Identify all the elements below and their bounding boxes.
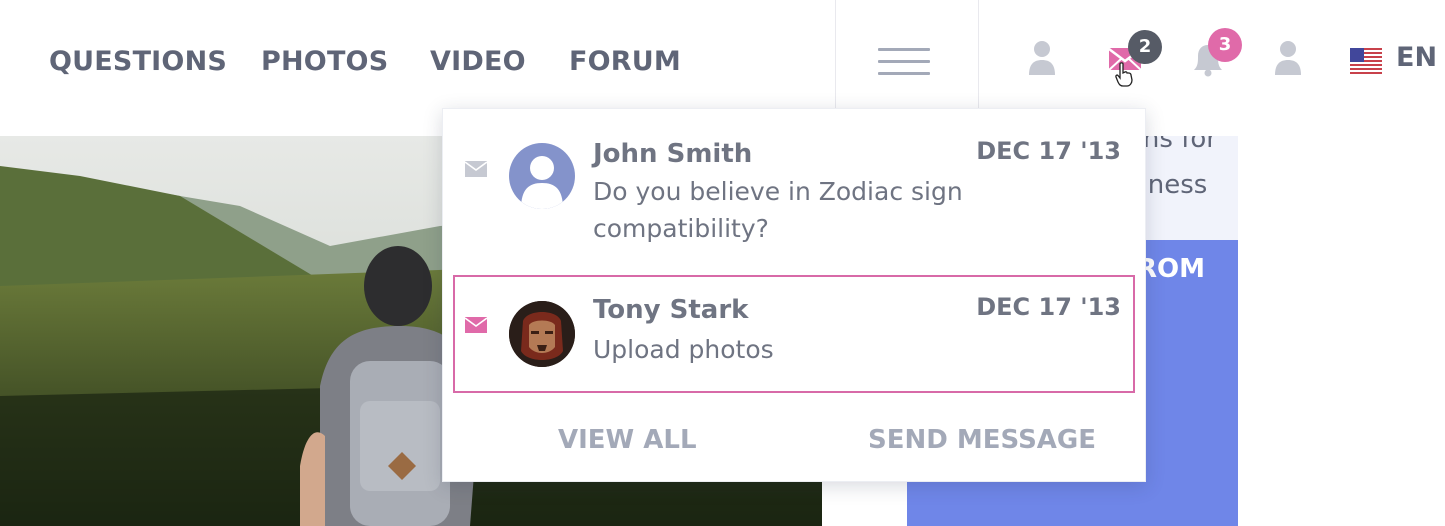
divider [978, 0, 979, 108]
envelope-icon [465, 317, 487, 333]
language-code: EN [1396, 42, 1438, 73]
view-all-link[interactable]: VIEW ALL [558, 425, 697, 455]
message-sender: Tony Stark [593, 295, 749, 325]
nav-link-forum[interactable]: FORUM [569, 46, 681, 78]
message-preview: Upload photos [593, 335, 774, 364]
notifications-count-badge: 3 [1208, 28, 1242, 62]
nav-link-questions[interactable]: QUESTIONS [49, 46, 227, 78]
account-user-icon[interactable] [1264, 34, 1312, 82]
promo-cta-label: ROM [1137, 254, 1205, 284]
us-flag-icon [1350, 48, 1382, 74]
hamburger-menu-icon[interactable] [878, 46, 930, 78]
avatar [509, 143, 575, 209]
message-date: DEC 17 '13 [976, 137, 1121, 165]
message-item-active[interactable]: Tony Stark Upload photos DEC 17 '13 [453, 275, 1135, 393]
messages-count-badge: 2 [1128, 30, 1162, 64]
send-message-link[interactable]: SEND MESSAGE [868, 425, 1096, 455]
message-item[interactable]: John Smith Do you believe in Zodiac sign… [453, 123, 1135, 273]
message-sender: John Smith [593, 139, 753, 169]
message-date: DEC 17 '13 [976, 293, 1121, 321]
hand-cursor-icon [1115, 62, 1133, 87]
messages-dropdown: John Smith Do you believe in Zodiac sign… [442, 108, 1146, 482]
message-preview: Do you believe in Zodiac sign compatibil… [593, 177, 963, 243]
envelope-icon [465, 161, 487, 177]
avatar [509, 301, 575, 367]
nav-link-photos[interactable]: PHOTOS [261, 46, 388, 78]
top-navigation-bar: QUESTIONS PHOTOS VIDEO FORUM 2 3 EN [0, 0, 1445, 110]
notifications-button[interactable]: 3 [1184, 28, 1242, 82]
divider [835, 0, 836, 108]
nav-link-video[interactable]: VIDEO [430, 46, 526, 78]
user-icon[interactable] [1018, 34, 1066, 82]
